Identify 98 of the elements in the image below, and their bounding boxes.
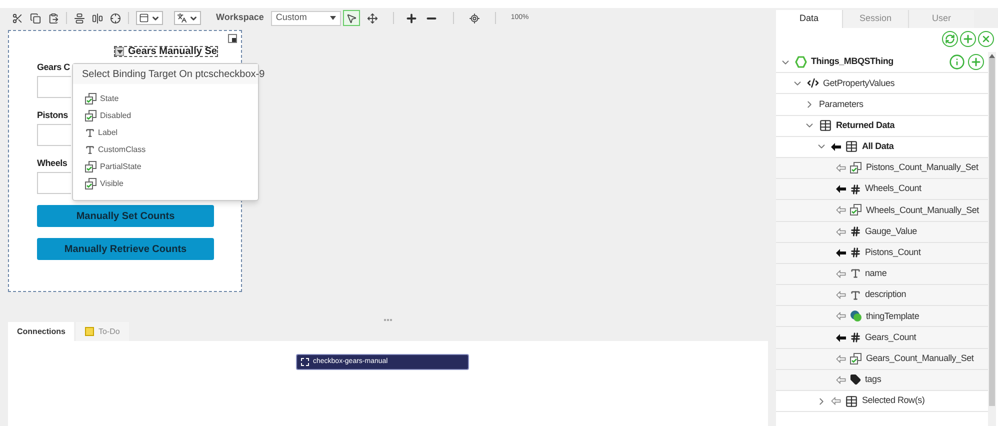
tree-item[interactable]: thingTemplate: [866, 310, 920, 324]
input-field[interactable]: [37, 124, 71, 146]
arrow-left-icon: [836, 334, 846, 342]
text-type-icon: [850, 268, 861, 280]
add-icon[interactable]: [960, 31, 976, 47]
input-field[interactable]: [37, 76, 71, 98]
binding-target-item[interactable]: CustomClass: [98, 144, 146, 156]
boolean-icon: [850, 352, 862, 365]
action-button[interactable]: Manually Retrieve Counts: [37, 238, 214, 260]
add-icon[interactable]: [968, 54, 984, 70]
layout-dropdown[interactable]: [136, 11, 163, 25]
hash-icon: [850, 184, 861, 195]
boolean-icon: [85, 178, 97, 190]
checkbox-widget[interactable]: Gears Manually Se: [114, 46, 218, 57]
boolean-icon: [85, 160, 97, 172]
layout-icon: [139, 13, 149, 23]
zoom-in-icon[interactable]: [404, 12, 418, 24]
copy-icon[interactable]: [30, 12, 41, 24]
text-type-icon: [85, 128, 95, 138]
caret-icon: [116, 50, 122, 54]
distribute-icon[interactable]: [92, 12, 103, 24]
boolean-icon: [850, 162, 862, 174]
tree-item[interactable]: All Data: [862, 140, 894, 154]
tree-item[interactable]: description: [865, 288, 906, 302]
tree-item[interactable]: Returned Data: [836, 118, 895, 132]
table-icon: [845, 140, 858, 154]
info-icon[interactable]: [949, 54, 965, 70]
crosshair-icon[interactable]: [110, 12, 121, 24]
field-label: Pistons: [37, 109, 68, 122]
boolean-icon: [850, 204, 862, 216]
hollow-arrow-icon: [836, 164, 846, 172]
refresh-icon[interactable]: [942, 31, 958, 47]
bottom-tab[interactable]: Connections: [8, 322, 74, 341]
action-button[interactable]: Manually Set Counts: [37, 205, 214, 227]
hollow-arrow-icon: [836, 206, 846, 214]
code-icon: [807, 77, 819, 90]
tree-item[interactable]: Wheels_Count: [865, 182, 922, 196]
tree-item[interactable]: Gauge_Value: [865, 224, 917, 238]
binding-target-item[interactable]: Disabled: [100, 110, 132, 122]
thing-icon: [795, 56, 807, 68]
language-icon: [177, 13, 187, 23]
hollow-arrow-icon: [836, 354, 846, 363]
workspace-label: Workspace: [216, 11, 264, 24]
close-icon[interactable]: [978, 31, 994, 47]
arrow-left-icon: [831, 142, 841, 151]
tree-item[interactable]: GetPropertyValues: [823, 76, 895, 90]
text-type-icon: [850, 290, 861, 301]
hollow-arrow-icon: [836, 228, 846, 236]
tree-item[interactable]: tags: [865, 373, 882, 387]
field-label: Wheels: [37, 157, 68, 170]
pointer-icon: [346, 12, 357, 24]
tree-item[interactable]: Pistons_Count: [865, 246, 921, 260]
binding-target-item[interactable]: State: [100, 92, 119, 104]
popup-title: Select Binding Target On ptcscheckbox-9: [82, 68, 265, 82]
language-dropdown[interactable]: [174, 11, 201, 25]
boolean-icon: [85, 92, 97, 104]
caret-icon: [330, 16, 336, 20]
tree-item[interactable]: Gears_Count: [865, 330, 916, 344]
field-label: Gears C: [37, 61, 70, 74]
arrow-left-icon: [836, 185, 846, 194]
template-icon: [850, 310, 862, 322]
tag-icon: [850, 374, 861, 386]
text-type-icon: [85, 144, 95, 154]
input-field[interactable]: [37, 172, 71, 194]
workspace-select[interactable]: Custom: [270, 10, 341, 26]
table-icon: [845, 394, 858, 408]
lock-icon[interactable]: [228, 34, 237, 43]
binding-target-item[interactable]: Visible: [100, 178, 124, 190]
boolean-icon: [85, 110, 97, 122]
hollow-arrow-icon: [836, 291, 846, 300]
dashed-square-icon: [301, 358, 309, 366]
target-icon[interactable]: [468, 12, 480, 24]
tree-item[interactable]: Parameters: [819, 98, 864, 112]
align-icon[interactable]: [74, 12, 85, 24]
hash-icon: [850, 247, 861, 258]
caret-icon: [151, 14, 160, 22]
tree-item[interactable]: name: [865, 267, 887, 281]
paste-icon[interactable]: [48, 12, 59, 24]
hash-icon: [850, 332, 861, 344]
binding-target-item[interactable]: Label: [98, 126, 118, 138]
panel-tab[interactable]: Data: [776, 10, 842, 28]
binding-target-item[interactable]: PartialState: [100, 160, 142, 172]
checkbox-dropdown-icon[interactable]: [115, 47, 124, 56]
arrow-left-icon: [836, 248, 846, 257]
table-icon: [819, 119, 832, 132]
tree-item[interactable]: Things_MBQSThing: [811, 55, 894, 69]
note-icon: [85, 327, 94, 336]
pointer-button[interactable]: [342, 10, 360, 26]
tree-item[interactable]: Selected Row(s): [862, 394, 925, 408]
scrollbar[interactable]: [988, 52, 996, 426]
hollow-arrow-icon: [836, 312, 846, 320]
move-icon[interactable]: [366, 12, 378, 24]
cut-icon[interactable]: [12, 12, 23, 24]
caret-icon: [189, 14, 198, 22]
hollow-arrow-icon: [831, 397, 841, 406]
hash-icon: [850, 226, 861, 238]
hollow-arrow-icon: [836, 270, 846, 278]
hollow-arrow-icon: [836, 376, 846, 384]
